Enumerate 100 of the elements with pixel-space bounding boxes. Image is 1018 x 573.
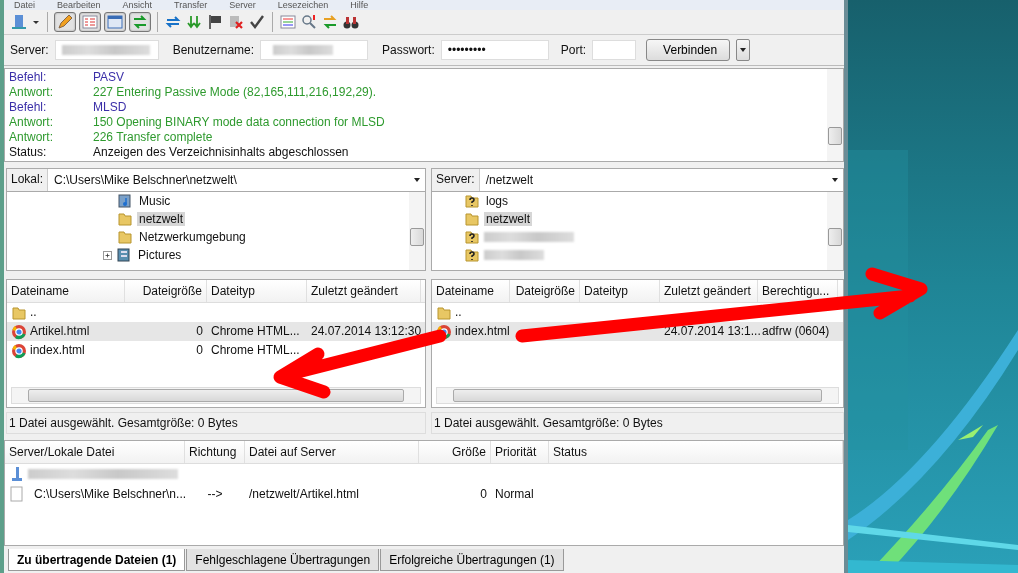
tree-item[interactable]: Music xyxy=(137,194,173,208)
toggle-button[interactable] xyxy=(129,12,151,32)
log-label: Befehl: xyxy=(9,100,48,115)
caret-icon xyxy=(739,46,748,54)
path-combo[interactable]: Server: /netzwelt xyxy=(431,168,844,192)
field-label: Server: xyxy=(10,43,49,57)
toggle-button[interactable] xyxy=(54,12,76,32)
column-header[interactable]: Dateigröße xyxy=(510,280,580,302)
log-label: Antwort: xyxy=(9,85,54,100)
expand-icon[interactable] xyxy=(103,250,112,260)
folder-icon xyxy=(117,229,133,245)
path-value: /netzwelt xyxy=(485,172,534,189)
table-cell-text: Normal xyxy=(495,486,534,503)
question-folder-icon xyxy=(464,193,480,209)
magnifier-icon[interactable] xyxy=(300,13,318,31)
tree-item[interactable]: netzwelt xyxy=(484,212,533,226)
browser-icon xyxy=(11,323,27,340)
port-field[interactable] xyxy=(592,40,637,60)
menu-item[interactable]: Hilfe xyxy=(350,0,369,10)
file-row[interactable]: .. xyxy=(7,303,425,322)
scrollbar[interactable] xyxy=(436,387,839,404)
connect-button[interactable]: Verbinden xyxy=(646,39,731,61)
status-bar: 1 Datei ausgewählt. Gesamtgröße: 0 Bytes xyxy=(431,412,844,434)
list-filter-icon[interactable] xyxy=(279,13,297,31)
folder-icon xyxy=(11,304,27,321)
table-cell-text: 0 xyxy=(480,486,487,503)
menu-item[interactable]: Transfer xyxy=(174,0,208,10)
menu-item[interactable]: Datei xyxy=(14,0,35,10)
log-message: Anzeigen des Verzeichnisinhalts abgeschlossen xyxy=(93,145,349,160)
pencil-icon xyxy=(56,13,74,31)
tree-item[interactable]: netzwelt xyxy=(137,212,186,226)
menu-item[interactable]: Lesezeichen xyxy=(277,0,329,10)
log-message: 226 Transfer complete xyxy=(93,130,213,145)
folder-icon xyxy=(436,304,452,321)
column-header[interactable]: Status xyxy=(549,441,843,463)
password-field[interactable]: ••••••••• xyxy=(440,40,549,60)
column-header[interactable]: Dateigröße xyxy=(125,280,207,302)
scrollbar[interactable] xyxy=(11,387,421,404)
path-label: Server: xyxy=(432,169,480,191)
column-header[interactable]: Zuletzt geändert xyxy=(660,280,758,302)
swap-icon xyxy=(131,13,149,31)
log-label: Antwort: xyxy=(9,130,54,145)
toggle-button[interactable] xyxy=(79,12,101,32)
log-label: Antwort: xyxy=(9,115,54,130)
column-header[interactable]: Priorität xyxy=(491,441,549,463)
column-header[interactable]: Dateityp xyxy=(207,280,307,302)
column-header[interactable]: Richtung xyxy=(185,441,245,463)
tree-item[interactable]: logs xyxy=(484,194,510,208)
username-field[interactable] xyxy=(260,40,369,60)
tree-item[interactable]: Netzwerkumgebung xyxy=(137,230,248,244)
column-header[interactable]: Größe xyxy=(419,441,491,463)
field-label: Port: xyxy=(560,43,587,57)
menu-item[interactable]: Ansicht xyxy=(122,0,153,10)
column-header[interactable]: Server/Lokale Datei xyxy=(5,441,185,463)
scrollbar[interactable] xyxy=(409,192,425,270)
tab[interactable]: Fehlgeschlagene Übertragungen xyxy=(186,549,380,571)
column-header[interactable]: Dateityp xyxy=(580,280,660,302)
tab[interactable]: Zu übertragende Dateien (1) xyxy=(8,549,186,571)
file-row[interactable]: index.html 0 Chrome HTML... xyxy=(7,341,425,360)
list-icon xyxy=(81,13,99,31)
toggle-button[interactable] xyxy=(104,12,126,32)
table-cell-text: Chrome HTML... xyxy=(211,323,300,340)
file-name: .. xyxy=(455,304,462,321)
menu-item[interactable]: Bearbeiten xyxy=(57,0,101,10)
column-header[interactable]: Zuletzt geändert xyxy=(307,280,421,302)
column-header[interactable]: Dateiname xyxy=(7,280,125,302)
table-cell-text: 24.07.2014 13:1... xyxy=(664,323,761,340)
scrollbar[interactable] xyxy=(827,192,843,270)
file-row[interactable]: Artikel.html 0 Chrome HTML... 24.07.2014 13:12:30 xyxy=(7,322,425,341)
folder-icon xyxy=(464,211,480,227)
log-message: PASV xyxy=(93,70,125,85)
menu-item[interactable]: Server xyxy=(229,0,256,10)
cancel-icon[interactable] xyxy=(227,13,245,31)
server-field[interactable] xyxy=(54,40,159,60)
column-header[interactable]: Dateiname xyxy=(432,280,510,302)
column-header[interactable]: Datei auf Server xyxy=(245,441,419,463)
tab[interactable]: Erfolgreiche Übertragungen (1) xyxy=(380,549,564,571)
checkmark-icon[interactable] xyxy=(248,13,266,31)
question-folder-icon xyxy=(464,247,480,263)
tree-item[interactable]: Pictures xyxy=(136,248,184,262)
table-cell-text: --> xyxy=(207,486,223,503)
file-row[interactable]: .. xyxy=(432,303,843,322)
scrollbar[interactable] xyxy=(827,69,843,161)
file-name: index.html xyxy=(30,342,85,359)
table-cell-text: C:\Users\Mike Belschner\n... xyxy=(34,486,187,503)
path-value: C:\Users\Mike Belschner\netzwelt\ xyxy=(54,172,237,189)
question-folder-icon xyxy=(464,229,480,245)
caret-icon xyxy=(413,176,421,184)
log-label: Status: xyxy=(9,145,48,160)
flag-icon[interactable] xyxy=(206,13,224,31)
file-name: index.html xyxy=(455,323,510,340)
path-label: Lokal: xyxy=(7,169,49,191)
table-cell-text: 0 xyxy=(196,323,203,340)
dropdown-button[interactable] xyxy=(736,39,751,61)
path-combo[interactable]: Lokal: C:\Users\Mike Belschner\netzwelt\ xyxy=(6,168,426,192)
log-label: Befehl: xyxy=(9,70,48,85)
log-message: 150 Opening BINARY mode data connection for MLSD xyxy=(93,115,385,130)
column-header[interactable]: Berechtigu... xyxy=(758,280,838,302)
music-folder-icon xyxy=(117,193,133,209)
pictures-folder-icon xyxy=(116,247,132,263)
